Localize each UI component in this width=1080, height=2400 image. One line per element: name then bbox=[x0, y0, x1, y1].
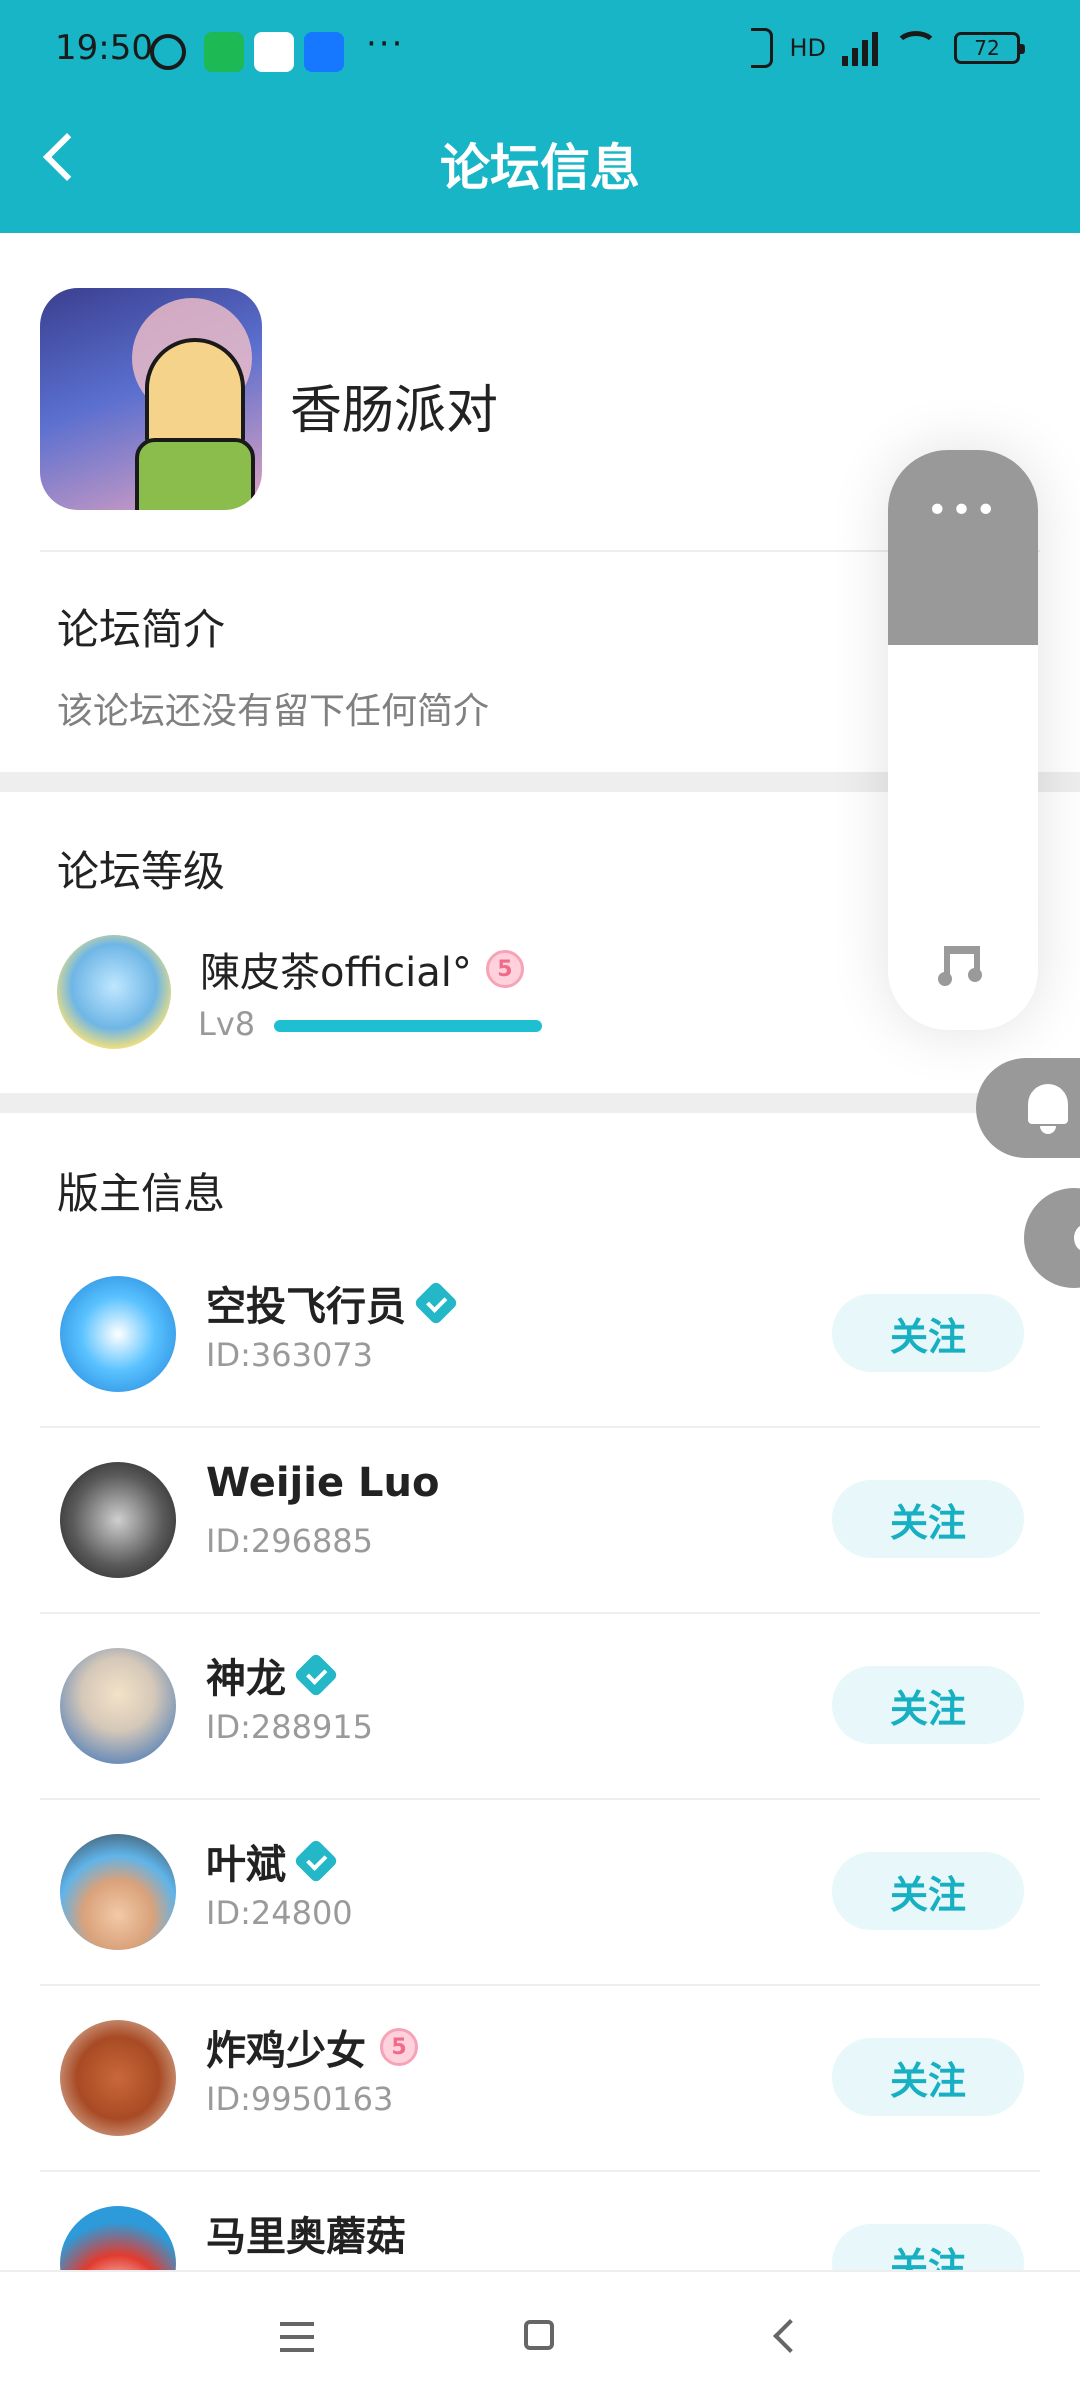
status-bar: 19:50 ··· HD 72 bbox=[0, 0, 1080, 100]
level-progress-bar bbox=[274, 1020, 542, 1032]
moderator-row[interactable]: 叶斌 ID:24800 关注 bbox=[40, 1800, 1040, 1986]
level-user-avatar[interactable] bbox=[57, 935, 171, 1049]
cover-character-shirt bbox=[135, 438, 255, 510]
follow-button[interactable]: 关注 bbox=[832, 2038, 1024, 2116]
more-notifications-icon: ··· bbox=[366, 24, 405, 64]
moderator-id: ID:296885 bbox=[206, 1522, 374, 1560]
moderator-avatar[interactable] bbox=[60, 1462, 176, 1578]
top-bar: 19:50 ··· HD 72 论坛信息 bbox=[0, 0, 1080, 233]
floating-player[interactable]: ••• bbox=[888, 450, 1038, 1030]
intro-text: 该论坛还没有留下任何简介 bbox=[57, 691, 490, 732]
moderator-name: 神龙 bbox=[206, 1656, 286, 1702]
section-separator bbox=[0, 1093, 1080, 1113]
moderator-name-row: 神龙 bbox=[206, 1646, 339, 1704]
moderator-name-row: Weijie Luo bbox=[206, 1460, 439, 1506]
menu-icon[interactable] bbox=[280, 2322, 314, 2352]
player-handle[interactable]: ••• bbox=[888, 450, 1038, 645]
moderator-id: ID:24800 bbox=[206, 1894, 353, 1932]
moderator-avatar[interactable] bbox=[60, 1834, 176, 1950]
level-user-name: 陳皮茶official° bbox=[200, 950, 472, 996]
play-store-icon bbox=[254, 32, 294, 72]
signal-icon bbox=[842, 30, 878, 66]
level-user: 陳皮茶official° 5 bbox=[200, 940, 524, 998]
moderator-avatar[interactable] bbox=[60, 1276, 176, 1392]
verified-icon bbox=[293, 1838, 339, 1884]
moderator-name-row: 空投飞行员 bbox=[206, 1274, 459, 1332]
level-title: 论坛等级 bbox=[57, 847, 226, 896]
moderator-avatar[interactable] bbox=[60, 1648, 176, 1764]
moderator-name-row: 炸鸡少女 5 bbox=[206, 2018, 418, 2076]
verified-icon bbox=[413, 1280, 459, 1326]
battery-icon: 72 bbox=[954, 32, 1025, 64]
status-time: 19:50 bbox=[55, 28, 153, 68]
music-note-icon[interactable] bbox=[938, 940, 988, 990]
moderator-name-row: 马里奥蘑菇 bbox=[206, 2204, 406, 2262]
moderator-name: 空投飞行员 bbox=[206, 1284, 406, 1330]
moderator-avatar[interactable] bbox=[60, 2020, 176, 2136]
moderators-title: 版主信息 bbox=[57, 1169, 226, 1218]
wifi-icon bbox=[894, 31, 938, 65]
follow-button[interactable]: 关注 bbox=[832, 1294, 1024, 1372]
system-nav-bar bbox=[0, 2270, 1080, 2400]
moderator-name: 叶斌 bbox=[206, 1842, 286, 1888]
verified-icon bbox=[293, 1652, 339, 1698]
follow-button[interactable]: 关注 bbox=[832, 1852, 1024, 1930]
moderator-name-row: 叶斌 bbox=[206, 1832, 339, 1890]
back-icon[interactable] bbox=[773, 2319, 807, 2353]
more-icon[interactable]: ••• bbox=[888, 490, 1038, 531]
moderator-id: ID:288915 bbox=[206, 1708, 374, 1746]
home-icon[interactable] bbox=[524, 2320, 554, 2350]
follow-button[interactable]: 关注 bbox=[832, 1666, 1024, 1744]
follow-button[interactable]: 关注 bbox=[832, 1480, 1024, 1558]
level-badge: 5 bbox=[485, 950, 524, 988]
moderator-row[interactable]: Weijie Luo ID:296885 关注 bbox=[40, 1428, 1040, 1614]
moderator-id: ID:9950163 bbox=[206, 2080, 394, 2118]
moderator-id: ID:363073 bbox=[206, 1336, 374, 1374]
level-badge: 5 bbox=[380, 2028, 418, 2066]
moderator-row[interactable]: 炸鸡少女 5 ID:9950163 关注 bbox=[40, 1986, 1040, 2172]
forum-cover-image bbox=[40, 288, 262, 510]
moderator-row[interactable]: 空投飞行员 ID:363073 关注 bbox=[40, 1242, 1040, 1428]
page-title: 论坛信息 bbox=[440, 139, 640, 197]
level-label: Lv8 bbox=[198, 1005, 256, 1043]
alarm-icon bbox=[150, 34, 186, 70]
network-type: HD bbox=[789, 34, 826, 62]
status-right: HD 72 bbox=[751, 28, 1025, 68]
shield-app-icon bbox=[204, 32, 244, 72]
battery-level: 72 bbox=[974, 36, 1000, 60]
alipay-icon bbox=[304, 32, 344, 72]
bell-icon bbox=[1028, 1084, 1068, 1124]
forum-name: 香肠派对 bbox=[290, 381, 499, 441]
moderator-name: 马里奥蘑菇 bbox=[206, 2214, 406, 2260]
intro-title: 论坛简介 bbox=[57, 605, 226, 654]
moderator-name: 炸鸡少女 bbox=[206, 2028, 366, 2074]
bluetooth-icon bbox=[751, 28, 774, 68]
moderator-row[interactable]: 神龙 ID:288915 关注 bbox=[40, 1614, 1040, 1800]
moderator-name: Weijie Luo bbox=[206, 1460, 440, 1506]
notification-bell-button[interactable] bbox=[976, 1058, 1080, 1158]
